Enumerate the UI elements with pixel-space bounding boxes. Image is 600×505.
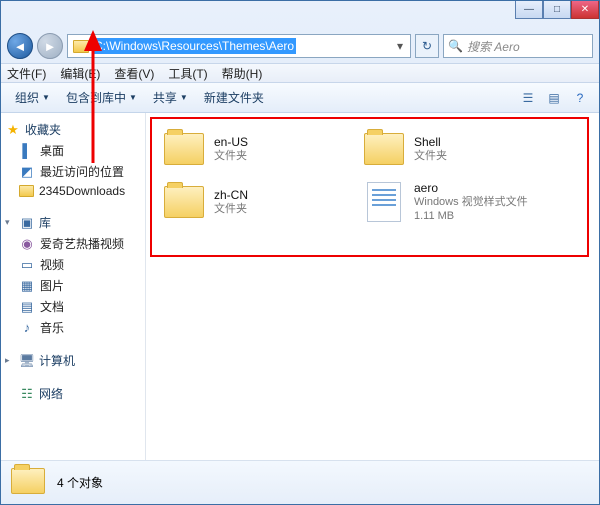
- sidebar-item-pictures[interactable]: ▦图片: [1, 275, 145, 296]
- menu-edit[interactable]: 编辑(E): [60, 65, 100, 82]
- navigation-pane: ★收藏夹 ▌桌面 ◩最近访问的位置 2345Downloads ▾▣库 ◉爱奇艺…: [1, 113, 146, 460]
- sidebar-item-documents[interactable]: ▤文档: [1, 296, 145, 317]
- view-options-button[interactable]: ☰: [517, 87, 539, 109]
- status-text: 4 个对象: [57, 474, 103, 491]
- sidebar-computer[interactable]: ▸🖥计算机: [1, 350, 145, 371]
- close-button[interactable]: ✕: [571, 1, 599, 19]
- refresh-button[interactable]: ↻: [415, 34, 439, 58]
- preview-pane-button[interactable]: ▤: [543, 87, 565, 109]
- folder-icon: [362, 129, 406, 169]
- chevron-down-icon: ▼: [42, 93, 50, 102]
- address-text[interactable]: C:\Windows\Resources\Themes\Aero: [92, 38, 296, 54]
- star-icon: ★: [5, 122, 21, 138]
- address-bar[interactable]: C:\Windows\Resources\Themes\Aero ▾: [67, 34, 411, 58]
- help-button[interactable]: ?: [569, 87, 591, 109]
- folder-icon: [162, 182, 206, 222]
- address-dropdown-icon[interactable]: ▾: [392, 39, 408, 53]
- folder-icon: [162, 129, 206, 169]
- organize-button[interactable]: 组织▼: [9, 87, 56, 108]
- sidebar-item-desktop[interactable]: ▌桌面: [1, 140, 145, 161]
- status-bar: 4 个对象: [1, 460, 599, 504]
- file-item[interactable]: aero Windows 视觉样式文件 1.11 MB: [356, 175, 556, 230]
- folder-icon: [11, 468, 47, 498]
- titlebar: — □ ✕: [1, 1, 599, 29]
- menu-tools[interactable]: 工具(T): [168, 65, 207, 82]
- explorer-window: — □ ✕ ◄ ► C:\Windows\Resources\Themes\Ae…: [0, 0, 600, 505]
- sidebar-favorites[interactable]: ★收藏夹: [1, 119, 145, 140]
- recent-icon: ◩: [19, 164, 35, 180]
- sidebar-item-recent[interactable]: ◩最近访问的位置: [1, 161, 145, 182]
- forward-button[interactable]: ►: [37, 33, 63, 59]
- command-bar: 组织▼ 包含到库中▼ 共享▼ 新建文件夹 ☰ ▤ ?: [1, 83, 599, 113]
- menu-help[interactable]: 帮助(H): [222, 65, 263, 82]
- maximize-button[interactable]: □: [543, 1, 571, 19]
- music-icon: ♪: [19, 320, 35, 336]
- video-icon: ▭: [19, 257, 35, 273]
- menu-file[interactable]: 文件(F): [7, 65, 46, 82]
- newfolder-button[interactable]: 新建文件夹: [198, 87, 270, 108]
- menu-bar: 文件(F) 编辑(E) 查看(V) 工具(T) 帮助(H): [1, 63, 599, 83]
- explorer-body: ★收藏夹 ▌桌面 ◩最近访问的位置 2345Downloads ▾▣库 ◉爱奇艺…: [1, 113, 599, 460]
- chevron-down-icon: ▼: [129, 93, 137, 102]
- search-box[interactable]: 🔍 搜索 Aero: [443, 34, 593, 58]
- folder-icon: [73, 40, 89, 53]
- search-icon: 🔍: [448, 39, 463, 53]
- folder-item[interactable]: Shell 文件夹: [356, 123, 556, 175]
- sidebar-network[interactable]: ☷网络: [1, 383, 145, 404]
- navigation-bar: ◄ ► C:\Windows\Resources\Themes\Aero ▾ ↻…: [1, 29, 599, 63]
- minimize-button[interactable]: —: [515, 1, 543, 19]
- items-container: en-US 文件夹 Shell 文件夹 zh-CN 文件夹: [156, 123, 589, 230]
- desktop-icon: ▌: [19, 143, 35, 159]
- sidebar-libraries[interactable]: ▾▣库: [1, 212, 145, 233]
- picture-icon: ▦: [19, 278, 35, 294]
- network-icon: ☷: [19, 386, 35, 402]
- window-controls: — □ ✕: [515, 1, 599, 19]
- document-icon: ▤: [19, 299, 35, 315]
- expand-icon[interactable]: ▾: [5, 217, 15, 228]
- menu-view[interactable]: 查看(V): [114, 65, 154, 82]
- include-button[interactable]: 包含到库中▼: [60, 87, 143, 108]
- share-button[interactable]: 共享▼: [147, 87, 194, 108]
- computer-icon: 🖥: [19, 353, 35, 369]
- back-button[interactable]: ◄: [7, 33, 33, 59]
- folder-icon: [19, 185, 34, 197]
- sidebar-item-downloads[interactable]: 2345Downloads: [1, 182, 145, 200]
- library-icon: ▣: [19, 215, 35, 231]
- folder-item[interactable]: en-US 文件夹: [156, 123, 356, 175]
- expand-icon[interactable]: ▸: [5, 355, 15, 366]
- chevron-down-icon: ▼: [180, 93, 188, 102]
- sidebar-item-video[interactable]: ▭视频: [1, 254, 145, 275]
- search-placeholder: 搜索 Aero: [467, 38, 520, 55]
- sidebar-item-music[interactable]: ♪音乐: [1, 317, 145, 338]
- file-icon: [362, 182, 406, 222]
- sidebar-item-iqiyi[interactable]: ◉爱奇艺热播视频: [1, 233, 145, 254]
- disc-icon: ◉: [19, 236, 35, 252]
- file-list[interactable]: en-US 文件夹 Shell 文件夹 zh-CN 文件夹: [146, 113, 599, 460]
- folder-item[interactable]: zh-CN 文件夹: [156, 175, 356, 230]
